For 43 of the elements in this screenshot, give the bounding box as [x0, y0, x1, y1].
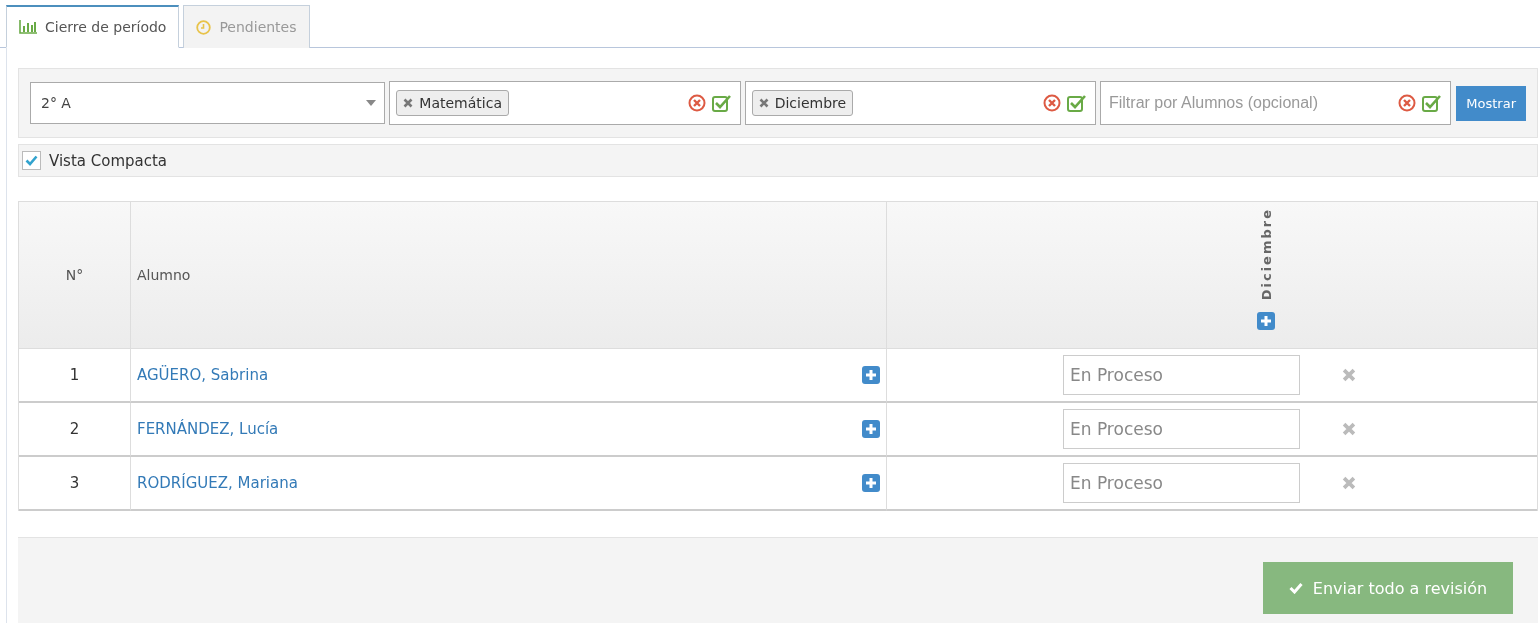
bar-chart-icon	[19, 20, 37, 34]
add-icon[interactable]	[1257, 312, 1275, 331]
add-icon[interactable]	[862, 474, 880, 492]
student-link[interactable]: FERNÁNDEZ, Lucía	[137, 420, 279, 438]
clear-icon[interactable]	[1043, 94, 1061, 112]
column-header: Alumno	[131, 202, 887, 349]
tab[interactable]: Cierre de período	[6, 5, 180, 48]
tab[interactable]: Pendientes	[183, 5, 310, 48]
column-header: N°	[19, 202, 131, 349]
close-icon[interactable]	[1342, 476, 1356, 490]
student-link[interactable]: RODRÍGUEZ, Mariana	[137, 474, 298, 492]
checkbox-check-icon[interactable]	[711, 94, 732, 112]
row-number: 2	[19, 403, 131, 457]
checkbox[interactable]	[22, 151, 41, 170]
row-number: 1	[19, 349, 131, 403]
tag-field[interactable]: Diciembre	[744, 81, 1096, 125]
close-icon[interactable]	[1342, 422, 1356, 436]
tag: Matemática	[396, 90, 509, 116]
filter-input[interactable]: Filtrar por Alumnos (opcional)	[1107, 93, 1393, 113]
grade-input[interactable]: En Proceso	[1063, 463, 1300, 503]
student-link[interactable]: AGÜERO, Sabrina	[137, 366, 269, 384]
remove-icon[interactable]	[403, 98, 414, 108]
close-icon[interactable]	[1342, 368, 1356, 382]
clock-icon	[196, 19, 212, 35]
tag-field[interactable]: Filtrar por Alumnos (opcional)	[1100, 81, 1452, 125]
tag-field[interactable]: Matemática	[389, 81, 741, 125]
check-icon	[1288, 582, 1303, 594]
checkbox-check-icon[interactable]	[1422, 94, 1443, 112]
clear-icon[interactable]	[1398, 94, 1417, 112]
checkbox-label: Vista Compacta	[49, 151, 168, 170]
column-header: Diciembre	[1258, 208, 1274, 301]
tag: Diciembre	[751, 90, 854, 116]
add-icon[interactable]	[862, 420, 880, 438]
checkbox-check-icon[interactable]	[1067, 94, 1087, 112]
grade-input[interactable]: En Proceso	[1063, 355, 1300, 395]
remove-icon[interactable]	[758, 98, 769, 108]
show-button[interactable]: Mostrar	[1456, 85, 1526, 121]
row-number: 3	[19, 457, 131, 511]
clear-icon[interactable]	[687, 94, 706, 112]
grade-input[interactable]: En Proceso	[1063, 409, 1300, 449]
caret-icon	[366, 100, 377, 106]
add-icon[interactable]	[862, 366, 880, 384]
course-select[interactable]: 2° A	[30, 82, 386, 124]
